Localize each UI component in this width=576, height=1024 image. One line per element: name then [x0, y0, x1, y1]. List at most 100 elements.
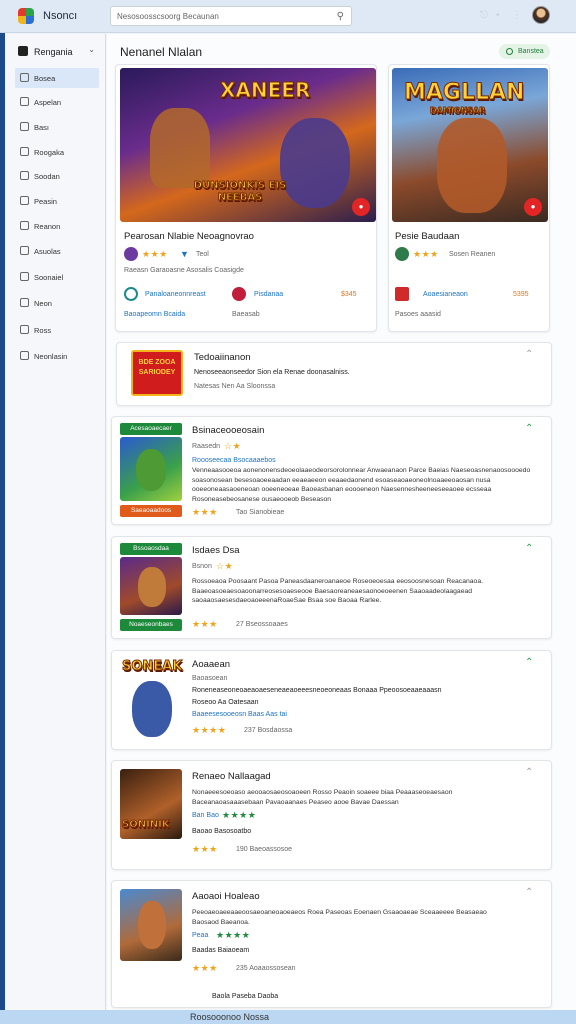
- sidebar-item-12[interactable]: Neonlasin: [15, 346, 99, 366]
- sidebar-item-3[interactable]: Bası: [15, 117, 99, 137]
- sidebar-item-10[interactable]: Neon: [15, 293, 99, 313]
- sidebar-item-7[interactable]: Reanon: [15, 216, 99, 236]
- rating-label: Peaa: [192, 932, 209, 939]
- sidebar-heading[interactable]: Rengania: [18, 46, 73, 57]
- user-avatar[interactable]: [532, 6, 550, 24]
- store-icon: [124, 287, 138, 301]
- menu-icon: [18, 46, 28, 56]
- window-edge: [0, 33, 5, 1024]
- rating-stars: ☆★: [224, 441, 242, 451]
- rating-stars: ★★★: [142, 249, 168, 259]
- game-links[interactable]: Roooseecaa Bsocaaaebos: [192, 457, 276, 464]
- game-avatar-icon: [124, 247, 138, 261]
- chevron-down-icon[interactable]: ⌄: [88, 45, 95, 54]
- sidebar-item-6[interactable]: Peasin: [15, 191, 99, 211]
- game-title[interactable]: Isdaes Dsa: [192, 545, 240, 556]
- sidebar-item-1[interactable]: Bosea: [15, 68, 99, 88]
- sidebar-item-5[interactable]: Soodan: [15, 166, 99, 186]
- game-title[interactable]: Bsinaceooeosain: [192, 425, 264, 436]
- game-title[interactable]: Aoaaean: [192, 659, 230, 670]
- book-icon: [20, 122, 29, 131]
- sidebar-item-4[interactable]: Roogaka: [15, 142, 99, 162]
- chevron-up-icon[interactable]: ⌃: [525, 657, 533, 668]
- game-banner-image[interactable]: XANEER DUNSIONKIS EIS NEEBAS ●: [120, 68, 376, 222]
- featured-card-1[interactable]: XANEER DUNSIONKIS EIS NEEBAS ● Pearosan …: [115, 64, 377, 332]
- footer-link-1[interactable]: Baoapeomn Bcaida: [124, 311, 185, 318]
- game-desc: Venneaasooeoa aonenonensdeoeolaaeodeorso…: [192, 467, 531, 503]
- game-thumbnail[interactable]: SONINIK: [120, 769, 182, 839]
- game-avatar-icon: [395, 247, 409, 261]
- play-badge-icon[interactable]: ●: [352, 198, 370, 216]
- game-desc: Nonaeeesoeoaso aeooaosaeosoaoeen Rosso P…: [192, 789, 453, 806]
- game-logo-image[interactable]: BDE ZOOA SARIODEY: [131, 350, 183, 396]
- page-title: Nenanel Nlalan: [120, 45, 203, 59]
- banner-title: XANEER: [219, 78, 311, 103]
- game-meta: 27 Bseossoaaes: [236, 621, 288, 628]
- price: $345: [341, 291, 357, 298]
- game-thumbnail[interactable]: [120, 557, 182, 615]
- game-thumbnail[interactable]: [120, 889, 182, 961]
- game-title[interactable]: Pesie Baudaan: [395, 231, 459, 242]
- platform-icon: [232, 287, 246, 301]
- game-title[interactable]: Aaoaoi Hoaleao: [192, 891, 260, 902]
- rating-stars: ★★★★: [192, 725, 227, 735]
- game-meta: 235 Aoaaossosean: [236, 965, 296, 972]
- sidebar-item-11[interactable]: Ross: [15, 320, 99, 340]
- logo-text: BDE ZOOA SARIODEY: [138, 359, 176, 376]
- hero-figure: [437, 118, 507, 213]
- logo-text: SONEAK: [121, 659, 183, 675]
- search-icon[interactable]: ⚲: [337, 11, 344, 22]
- sidebar-item-2[interactable]: Aspelan: [15, 92, 99, 112]
- game-meta: Natesas Nen Aa Sloonssa: [194, 383, 276, 390]
- list-item-6[interactable]: Aaoaoi Hoaleao Peeoaeoaeeaaeoosaeoaneoao…: [111, 880, 552, 1008]
- game-thumbnail[interactable]: [120, 437, 182, 501]
- play-badge-icon[interactable]: ●: [524, 198, 542, 216]
- list-item-5[interactable]: SONINIK Renaeo Nallaagad Nonaeeesoeoaso …: [111, 760, 552, 870]
- category-tag: Bssoaosdaa: [120, 543, 182, 555]
- status-icon: [506, 48, 513, 55]
- game-title[interactable]: Renaeo Nallaagad: [192, 771, 271, 782]
- banner-subtitle: DUNSIONKIS EIS NEEBAS: [193, 180, 287, 204]
- rating-stars: ★★★: [192, 963, 218, 973]
- game-logo-image[interactable]: SONEAK: [120, 657, 184, 741]
- rating-stars: ★★★: [192, 507, 218, 517]
- footer-link-1[interactable]: Pasoes aaasid: [395, 311, 441, 318]
- chevron-up-icon[interactable]: ⌃: [525, 887, 533, 898]
- list-item-3[interactable]: Bssoaosdaa Noaeseonbaes Isdaes Dsa Bsnon…: [111, 536, 552, 639]
- circle-icon: [20, 325, 29, 334]
- store-link-1[interactable]: Aoaesianeaon: [423, 291, 468, 298]
- game-title[interactable]: Pearosan Nlabie Neoagnovrao: [124, 231, 254, 242]
- grid-icon: [20, 147, 29, 156]
- game-banner-image[interactable]: MAGLLAN DAMIONSAR ●: [392, 68, 548, 222]
- status-pill[interactable]: Banstea: [499, 44, 550, 59]
- sidebar-item-8[interactable]: Asuolas: [15, 241, 99, 261]
- app-logo-icon[interactable]: [18, 8, 34, 24]
- list-item-1[interactable]: BDE ZOOA SARIODEY Tedoaiinanon Nenoseeao…: [116, 342, 552, 406]
- chevron-up-icon[interactable]: ⌃: [525, 767, 533, 778]
- apps-icon[interactable]: ⋮: [512, 10, 522, 21]
- chevron-up-icon[interactable]: ⌃: [525, 543, 533, 554]
- list-item-4[interactable]: SONEAK Aoaaean Baoasoean Roneneaseoneoae…: [111, 650, 552, 750]
- doc-icon: [20, 272, 29, 281]
- sidebar-item-9[interactable]: Soonaiel: [15, 267, 99, 287]
- rating-text: Bsnon: [192, 563, 212, 570]
- game-sub: Baoao Basosoatbo: [192, 828, 252, 835]
- bottom-bar: Roosooonoo Nossa: [0, 1010, 576, 1024]
- game-meta: Raeasn Garaoasne Asosalis Coasigde: [124, 267, 244, 274]
- settings-icon[interactable]: •: [496, 10, 500, 21]
- next-item-title: Roosooonoo Nossa: [190, 1012, 270, 1022]
- banner-subtitle: DAMIONSAR: [429, 106, 486, 116]
- game-links[interactable]: Baaeesesooeosn Baas Aas tai: [192, 711, 287, 718]
- footer-link-2[interactable]: Baeasab: [232, 311, 260, 318]
- store-link-2[interactable]: Pisdanaa: [254, 291, 283, 298]
- card-footer: Baola Paseba Daoba: [212, 993, 279, 1000]
- chevron-up-icon[interactable]: ⌃: [525, 349, 533, 360]
- list-item-2[interactable]: Acesaoaecaer Saeaoaadoos Bsinaceooeosain…: [111, 416, 552, 525]
- store-icon: [395, 287, 409, 301]
- chevron-up-icon[interactable]: ⌃: [525, 423, 533, 434]
- featured-card-2[interactable]: MAGLLAN DAMIONSAR ● Pesie Baudaan ★★★ So…: [388, 64, 550, 332]
- game-title[interactable]: Tedoaiinanon: [194, 352, 251, 363]
- notification-icon[interactable]: ⎋: [480, 10, 488, 21]
- store-link-1[interactable]: Panaloaneonnreast: [145, 291, 206, 298]
- search-input[interactable]: Nesosoosscsoorg Becaunan ⚲: [110, 6, 352, 26]
